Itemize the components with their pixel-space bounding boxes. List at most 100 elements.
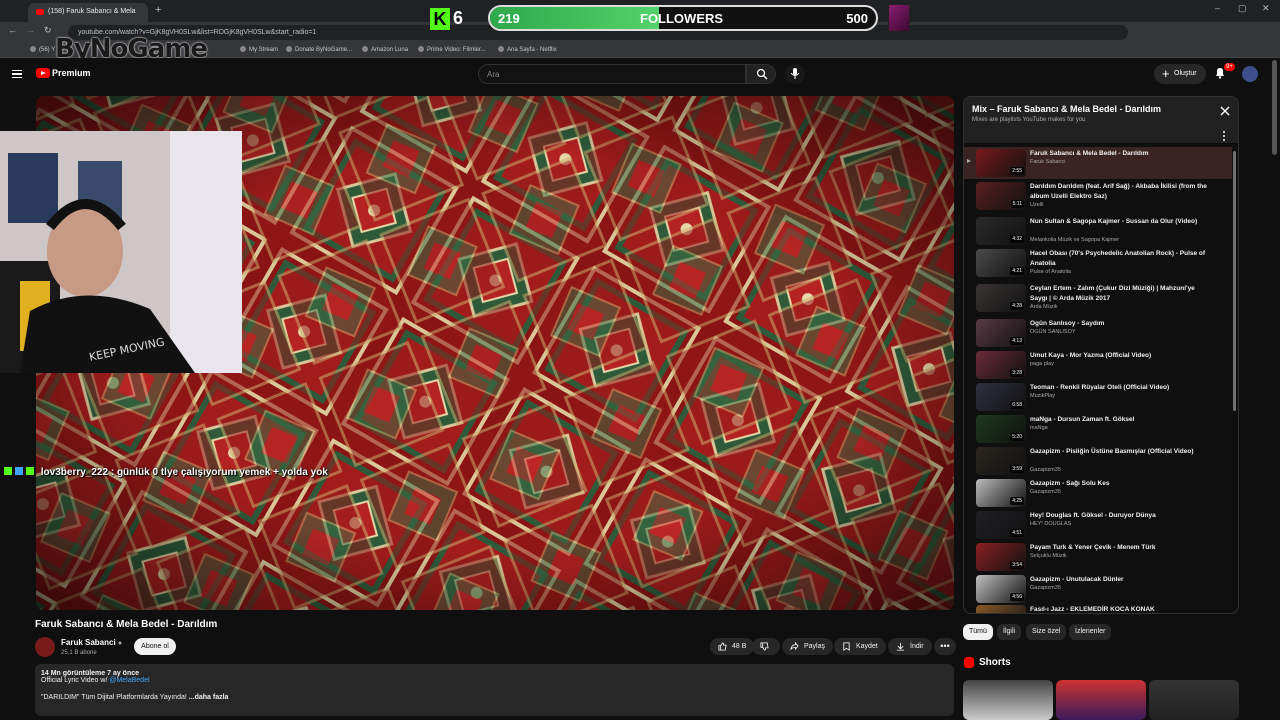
playlist-subtitle: Mixes are playlists YouTube makes for yo…: [972, 117, 1086, 123]
bookmark-item[interactable]: My Stream: [240, 46, 278, 53]
subscribe-button[interactable]: Abone ol: [134, 638, 176, 655]
browser-tab-active[interactable]: (158) Faruk Sabancı & Mela: [28, 3, 148, 22]
playlist-item-thumbnail[interactable]: 4:13: [976, 319, 1026, 347]
playlist-item[interactable]: 3:54 Payam Turk & Yener Çevik - Menem Tür…: [964, 541, 1232, 573]
back-icon[interactable]: ←: [8, 25, 17, 35]
bookmark-item[interactable]: Amazon Luna: [362, 46, 408, 53]
close-icon[interactable]: [1219, 105, 1231, 117]
bookmark-item[interactable]: Donate ByNoGame...: [286, 46, 352, 53]
short-thumbnail[interactable]: [1149, 680, 1239, 720]
save-button[interactable]: Kaydet: [834, 638, 886, 655]
playlist-item[interactable]: 4:13 Ogün Sanlısoy - Saydım OGÜN SANLISOY: [964, 317, 1232, 349]
account-avatar[interactable]: [1242, 66, 1258, 82]
channel-avatar[interactable]: [35, 637, 55, 657]
search-input[interactable]: Ara: [478, 64, 746, 84]
subscriber-count: 25,1 B abone: [61, 650, 97, 656]
page-scrollbar[interactable]: [1272, 60, 1277, 155]
forward-icon[interactable]: →: [26, 25, 35, 35]
playlist-item[interactable]: 3:59 Gazapizm - Pisliğin Üstüne Basmışlar…: [964, 445, 1232, 477]
playlist-item-thumbnail[interactable]: 4:21: [976, 249, 1026, 277]
duration-badge: 4:32: [1010, 235, 1024, 243]
playlist-scrollbar[interactable]: [1233, 151, 1236, 411]
playlist-item[interactable]: 4:51 Hey! Douglas ft. Göksel - Duruyor Dü…: [964, 509, 1232, 541]
playlist-item-channel: Pulse of Anatolia: [1030, 269, 1071, 275]
playlist-item-title[interactable]: Gazapizm - Unutulacak Dünler: [1030, 575, 1210, 585]
dislike-button[interactable]: [752, 638, 780, 655]
short-thumbnail[interactable]: [963, 680, 1053, 720]
bookmark-item[interactable]: (56) Y: [30, 46, 55, 53]
playlist-item-channel: Melankolia Müzik ve Sagopa Kajmer: [1030, 237, 1119, 243]
close-window-icon[interactable]: ✕: [1262, 3, 1270, 14]
playlist-item-thumbnail[interactable]: 5:11: [976, 182, 1026, 210]
bookmark-item[interactable]: Ana Sayfa - Netflix: [498, 46, 557, 53]
like-button[interactable]: 48 B: [710, 638, 755, 655]
playlist-item-title[interactable]: Gazapizm - Sağı Solu Kes: [1030, 479, 1210, 489]
playlist-item[interactable]: 4:32 Nun Sultan & Sagopa Kajmer - Sussan …: [964, 215, 1232, 247]
playlist-item-thumbnail[interactable]: 6:58: [976, 383, 1026, 411]
search-button[interactable]: [746, 64, 776, 84]
duration-badge: 3:54: [1010, 561, 1024, 569]
followers-goal-bar: 219 FOLLOWERS 500: [488, 5, 878, 31]
maximize-icon[interactable]: ▢: [1238, 3, 1247, 14]
mention-link[interactable]: @MelaBedel: [109, 677, 149, 684]
playlist-item[interactable]: 2:55 Faruk Sabancı & Mela Bedel - Darıldı…: [964, 147, 1232, 179]
new-tab-icon[interactable]: +: [155, 4, 161, 16]
playlist-item-thumbnail[interactable]: 3:28: [976, 351, 1026, 379]
more-vertical-icon[interactable]: [1221, 130, 1227, 142]
playlist-item-thumbnail[interactable]: 4:28: [976, 284, 1026, 312]
playlist-item[interactable]: 6:58 Teoman - Renkli Rüyalar Oteli (Offic…: [964, 381, 1232, 413]
channel-name[interactable]: Faruk Sabanci ●: [61, 638, 122, 647]
playlist-item-thumbnail[interactable]: 4:25: [976, 479, 1026, 507]
bookmark-item[interactable]: Prime Video: Filmler...: [418, 46, 486, 53]
playlist-item-thumbnail[interactable]: 4:51: [976, 511, 1026, 539]
playlist-item-title[interactable]: Hacel Obası (70's Psychedelic Anatolian …: [1030, 249, 1210, 268]
description-box[interactable]: 14 Mn görüntüleme 7 ay önce Official Lyr…: [35, 664, 954, 716]
more-actions-button[interactable]: •••: [934, 638, 956, 655]
playlist-item[interactable]: 4:21 Hacel Obası (70's Psychedelic Anatol…: [964, 247, 1232, 279]
playlist-item-title[interactable]: Hey! Douglas ft. Göksel - Duruyor Dünya: [1030, 511, 1210, 521]
playlist-item[interactable]: 5:20 maNga - Dursun Zaman ft. Göksel maNga: [964, 413, 1232, 445]
kick-count: 6: [453, 8, 464, 28]
playlist-item-thumbnail[interactable]: 5:20: [976, 415, 1026, 443]
premium-label[interactable]: Premium: [52, 68, 91, 78]
playlist-item-thumbnail[interactable]: 2:55: [976, 149, 1026, 177]
hamburger-menu-icon[interactable]: [12, 70, 22, 78]
playlist-item-title[interactable]: Ogün Sanlısoy - Saydım: [1030, 319, 1210, 329]
playlist-item-title[interactable]: Fasıl-ı Jazz - EKLEMEDİR KOCA KONAK: [1030, 605, 1210, 613]
youtube-logo-icon[interactable]: [36, 68, 50, 78]
playlist-item-title[interactable]: Payam Turk & Yener Çevik - Menem Türk: [1030, 543, 1210, 553]
playlist-item[interactable]: Fasıl-ı Jazz - EKLEMEDİR KOCA KONAK: [964, 603, 1232, 613]
playlist-item-channel: HEY! DOUGLAS: [1030, 521, 1072, 527]
playlist-item-thumbnail[interactable]: 3:54: [976, 543, 1026, 571]
playlist-item[interactable]: 4:25 Gazapizm - Sağı Solu Kes Gazapizm35: [964, 477, 1232, 509]
voice-search-button[interactable]: [785, 64, 805, 84]
chip-watched[interactable]: İzlenenler: [1069, 624, 1112, 640]
share-button[interactable]: Paylaş: [782, 638, 834, 655]
playlist-item-title[interactable]: Teoman - Renkli Rüyalar Oteli (Official …: [1030, 383, 1210, 393]
playlist-item-title[interactable]: maNga - Dursun Zaman ft. Göksel: [1030, 415, 1210, 425]
playlist-item[interactable]: 5:11 Darıldım Darıldım (feat. Arif Sağ) -…: [964, 180, 1232, 212]
playlist-item-title[interactable]: Darıldım Darıldım (feat. Arif Sağ) - Akb…: [1030, 182, 1210, 201]
playlist-item-thumbnail[interactable]: 4:56: [976, 575, 1026, 603]
playlist-item-title[interactable]: Gazapizm - Pisliğin Üstüne Basmışlar (Of…: [1030, 447, 1210, 457]
chip-related[interactable]: İlgili: [997, 624, 1022, 640]
playlist-item[interactable]: 4:28 Ceylan Ertem - Zalım (Çukur Dizi Müz…: [964, 282, 1232, 314]
short-thumbnail[interactable]: [1056, 680, 1146, 720]
playlist-item-thumbnail[interactable]: 3:59: [976, 447, 1026, 475]
playlist-item[interactable]: 3:28 Umut Kaya - Mor Yazma (Official Vide…: [964, 349, 1232, 381]
playlist-item-title[interactable]: Ceylan Ertem - Zalım (Çukur Dizi Müziği)…: [1030, 284, 1210, 303]
playlist-item-thumbnail[interactable]: [976, 605, 1026, 613]
reload-icon[interactable]: ↻: [44, 25, 52, 36]
playlist-item[interactable]: 4:56 Gazapizm - Unutulacak Dünler Gazapizm…: [964, 573, 1232, 605]
playlist-item-title[interactable]: Faruk Sabancı & Mela Bedel - Darıldım: [1030, 149, 1210, 159]
chip-all[interactable]: Tümü: [963, 624, 993, 640]
playlist-item-title[interactable]: Nun Sultan & Sagopa Kajmer - Sussan da O…: [1030, 217, 1210, 227]
download-button[interactable]: İndir: [888, 638, 932, 655]
minimize-icon[interactable]: –: [1215, 3, 1220, 13]
playlist-item-thumbnail[interactable]: 4:32: [976, 217, 1026, 245]
playlist-item-title[interactable]: Umut Kaya - Mor Yazma (Official Video): [1030, 351, 1210, 361]
playlist-item-channel: Selçuklu Müzik: [1030, 553, 1067, 559]
chip-for-you[interactable]: Size özel: [1026, 624, 1067, 640]
create-button[interactable]: Oluştur: [1154, 64, 1206, 84]
show-more-link[interactable]: ...daha fazla: [189, 694, 229, 701]
